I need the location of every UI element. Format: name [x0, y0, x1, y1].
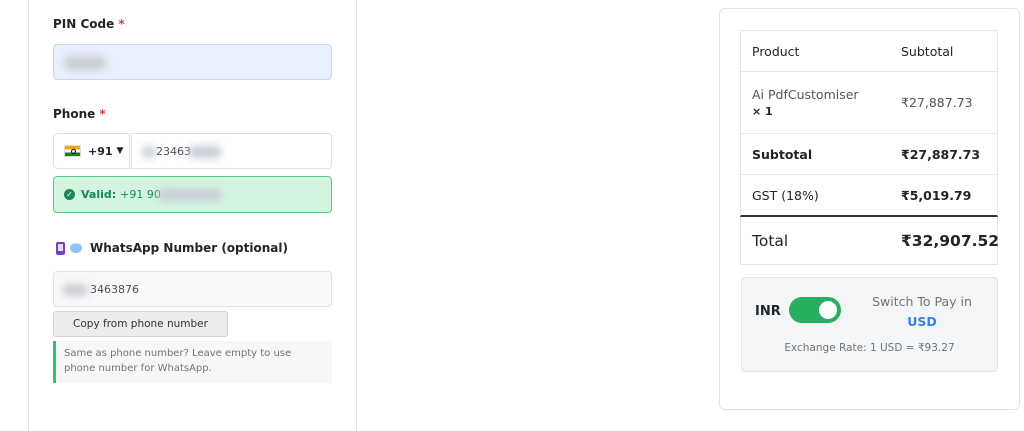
- column-header-product: Product: [752, 43, 800, 59]
- subtotal-row: Subtotal ₹27,887.73: [740, 134, 998, 175]
- mobile-phone-icon: [56, 241, 65, 255]
- total-label: Total: [752, 231, 789, 250]
- country-code-select[interactable]: +91 ▼: [53, 133, 130, 169]
- redacted-value: [64, 56, 106, 70]
- redacted-prefix: [142, 146, 156, 158]
- phone-value: 23463: [156, 144, 191, 158]
- exchange-rate: Exchange Rate: 1 USD = ₹93.27: [784, 342, 955, 354]
- current-currency: INR: [755, 304, 781, 319]
- phone-input[interactable]: 23463: [131, 133, 332, 169]
- order-table: Product Subtotal Ai PdfCustomiser × 1 ₹2…: [740, 30, 1000, 265]
- pin-code-input[interactable]: [53, 44, 332, 80]
- table-header-row: Product Subtotal: [740, 30, 998, 72]
- phone-valid-message: ✓ Valid: +91 90: [53, 176, 332, 213]
- whatsapp-label: WhatsApp Number (optional): [56, 239, 288, 255]
- whatsapp-hint: Same as phone number? Leave empty to use…: [53, 341, 332, 383]
- gst-value: ₹5,019.79: [901, 187, 972, 203]
- product-price: ₹27,887.73: [901, 95, 973, 110]
- country-code: +91: [88, 144, 113, 158]
- total-value: ₹32,907.52: [901, 231, 1000, 250]
- total-row: Total ₹32,907.52: [740, 217, 1000, 265]
- product-quantity: × 1: [752, 104, 773, 118]
- toggle-knob: [819, 301, 837, 319]
- redacted-suffix: [188, 146, 222, 158]
- subtotal-label: Subtotal: [752, 146, 813, 162]
- whatsapp-value: 3463876: [90, 282, 139, 296]
- currency-switcher: INR Switch To Pay in USD Exchange Rate: …: [741, 277, 998, 372]
- check-circle-icon: ✓: [64, 189, 75, 200]
- redacted-prefix: [62, 284, 88, 296]
- chevron-down-icon: ▼: [116, 146, 124, 156]
- india-flag-icon: [64, 145, 81, 157]
- required-mark: *: [118, 17, 125, 31]
- whatsapp-input[interactable]: 3463876: [53, 271, 332, 307]
- subtotal-value: ₹27,887.73: [901, 146, 981, 162]
- phone-label: Phone *: [53, 107, 106, 121]
- product-cell: Ai PdfCustomiser × 1: [741, 72, 890, 133]
- redacted-value: [158, 189, 222, 201]
- speech-bubble-icon: [70, 239, 82, 253]
- pin-code-label: PIN Code *: [53, 17, 125, 31]
- product-name: Ai PdfCustomiser: [752, 86, 859, 102]
- gst-row: GST (18%) ₹5,019.79: [740, 175, 998, 217]
- copy-from-phone-button[interactable]: Copy from phone number: [53, 311, 228, 337]
- required-mark: *: [99, 107, 106, 121]
- phone-field: +91 ▼ 23463: [53, 133, 332, 169]
- valid-label: Valid:: [81, 188, 117, 201]
- gst-label: GST (18%): [752, 187, 819, 203]
- switch-currency-text: Switch To Pay in USD: [852, 292, 992, 332]
- target-currency: USD: [907, 314, 937, 329]
- product-row: Ai PdfCustomiser × 1 ₹27,887.73: [740, 72, 998, 134]
- valid-value: +91 90: [120, 188, 161, 201]
- column-header-subtotal: Subtotal: [901, 43, 954, 59]
- currency-toggle[interactable]: [789, 297, 841, 323]
